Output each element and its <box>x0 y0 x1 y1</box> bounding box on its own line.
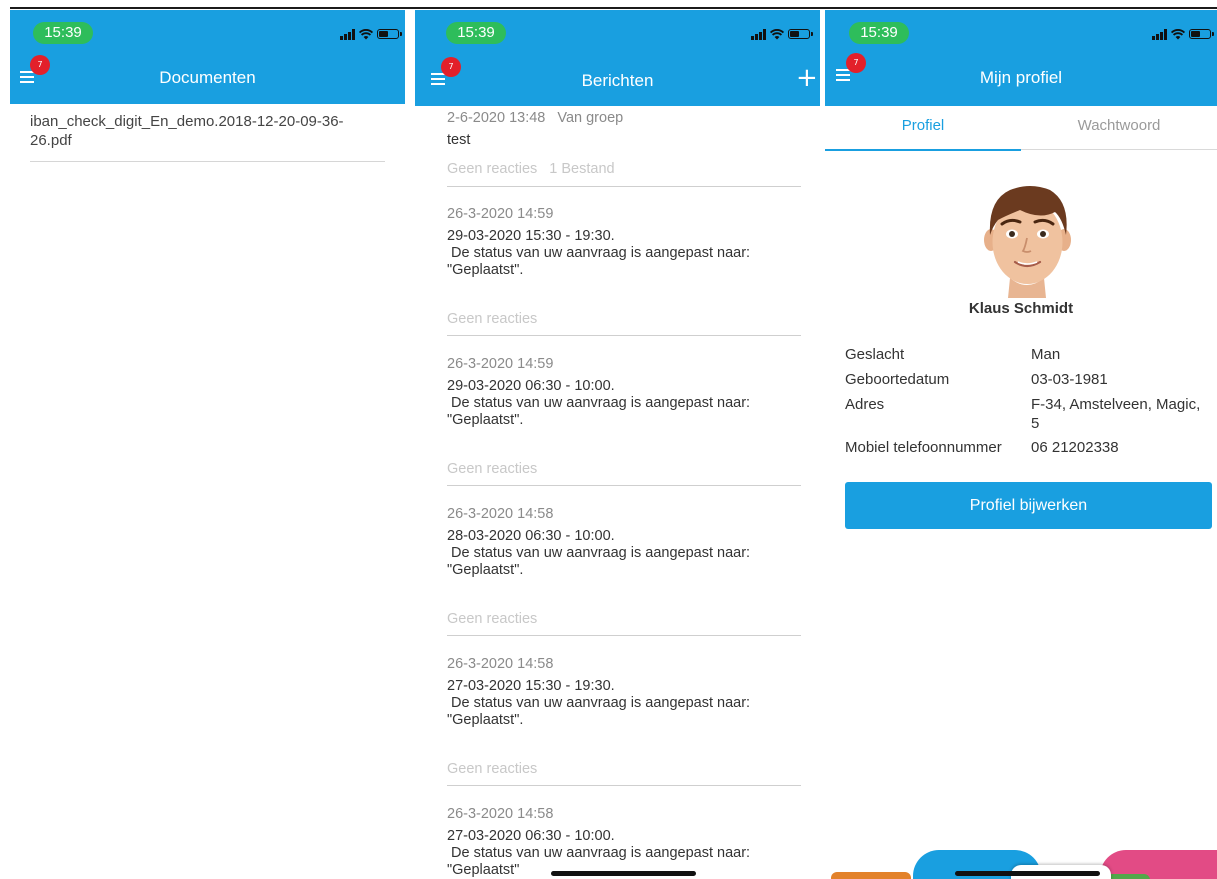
message-line: "Geplaatst". <box>447 412 524 428</box>
field-value: 06 21202338 <box>1031 439 1119 456</box>
wifi-icon <box>359 28 373 39</box>
profile-screen: 15:39 7 Mijn profiel Profiel Wachtwoord … <box>825 10 1217 879</box>
status-time: 15:39 <box>849 22 909 44</box>
avatar-icon <box>984 186 1071 298</box>
page-title: Mijn profiel <box>979 68 1063 87</box>
battery-icon <box>377 29 402 39</box>
message-reactions: Geen reacties <box>447 761 538 777</box>
message-item[interactable]: 26-3-2020 14:58 27-03-2020 15:30 - 19:30… <box>447 656 801 786</box>
signal-icon <box>340 28 355 40</box>
message-date: 26-3-2020 14:58 <box>447 806 554 822</box>
message-date: 26-3-2020 14:59 <box>447 206 554 222</box>
message-item[interactable]: 2-6-2020 13:48 Van groep test Geen reacti… <box>447 110 801 187</box>
tab-profile[interactable]: Profiel <box>825 106 1021 151</box>
header-bar: 15:39 7 Documenten <box>10 10 405 104</box>
message-files: 1 Bestand <box>549 161 615 177</box>
message-line: De status van uw aanvraag is aangepast n… <box>447 395 751 411</box>
field-label: Geslacht <box>845 346 905 363</box>
message-group: Van groep <box>557 110 624 126</box>
field-gender: Geslacht Man <box>845 345 1205 364</box>
message-line: De status van uw aanvraag is aangepast n… <box>447 845 751 861</box>
message-reactions: Geen reacties <box>447 161 538 177</box>
message-date: 2-6-2020 13:48 <box>447 110 546 126</box>
status-time: 15:39 <box>446 22 506 44</box>
field-label: Geboortedatum <box>845 371 950 388</box>
field-mobile: Mobiel telefoonnummer 06 21202338 <box>845 438 1205 457</box>
message-line: 27-03-2020 15:30 - 19:30. <box>447 678 615 694</box>
wifi-icon <box>1171 28 1185 39</box>
wifi-icon <box>770 28 784 39</box>
messages-screen: 15:39 7 Berichten + 2-6-2020 13:48 Van gr… <box>415 10 820 879</box>
message-line: test <box>447 132 471 148</box>
message-reactions: Geen reacties <box>447 311 538 327</box>
documents-screen: 15:39 7 Documenten iban_check_digit_En_d… <box>10 10 405 879</box>
home-indicator[interactable] <box>955 871 1100 876</box>
message-item[interactable]: 26-3-2020 14:59 29-03-2020 15:30 - 19:30… <box>447 206 801 336</box>
message-line: "Geplaatst". <box>447 562 524 578</box>
status-icons <box>340 27 402 41</box>
field-label: Mobiel telefoonnummer <box>845 439 1002 456</box>
message-date: 26-3-2020 14:59 <box>447 356 554 372</box>
field-label: Adres <box>845 396 885 413</box>
battery-icon <box>1189 29 1214 39</box>
message-date: 26-3-2020 14:58 <box>447 506 554 522</box>
field-value: 03-03-1981 <box>1031 371 1108 388</box>
message-line: De status van uw aanvraag is aangepast n… <box>447 545 751 561</box>
header-bar: 15:39 7 Mijn profiel <box>825 10 1217 106</box>
message-date: 26-3-2020 14:58 <box>447 656 554 672</box>
document-name: iban_check_digit_En_demo.2018-12-20-09-3… <box>30 113 344 149</box>
field-value: Man <box>1031 346 1061 363</box>
profile-name: Klaus Schmidt <box>968 300 1074 317</box>
profile-tabs: Profiel Wachtwoord <box>825 106 1217 151</box>
message-line: 29-03-2020 15:30 - 19:30. <box>447 228 615 244</box>
message-line: 27-03-2020 06:30 - 10:00. <box>447 828 615 844</box>
top-divider-line <box>10 7 1217 9</box>
field-birthdate: Geboortedatum 03-03-1981 <box>845 370 1205 389</box>
document-item[interactable]: iban_check_digit_En_demo.2018-12-20-09-3… <box>30 112 385 162</box>
signal-icon <box>751 28 766 40</box>
message-reactions: Geen reacties <box>447 461 538 477</box>
message-line: 28-03-2020 06:30 - 10:00. <box>447 528 615 544</box>
message-item[interactable]: 26-3-2020 14:59 29-03-2020 06:30 - 10:00… <box>447 356 801 486</box>
message-line: 29-03-2020 06:30 - 10:00. <box>447 378 615 394</box>
message-reactions: Geen reacties <box>447 611 538 627</box>
message-item[interactable]: 26-3-2020 14:58 27-03-2020 06:30 - 10:00… <box>447 806 801 879</box>
message-line: De status van uw aanvraag is aangepast n… <box>447 695 751 711</box>
battery-icon <box>788 29 813 39</box>
message-line: "Geplaatst". <box>447 712 524 728</box>
message-line: De status van uw aanvraag is aangepast n… <box>447 245 751 261</box>
page-title: Documenten <box>159 68 256 87</box>
field-value: F-34, Amstelveen, Magic, 5 <box>1031 396 1201 432</box>
field-address: Adres F-34, Amstelveen, Magic, 5 <box>845 395 1205 435</box>
home-indicator[interactable] <box>551 871 696 876</box>
status-icons <box>751 27 813 41</box>
status-time: 15:39 <box>33 22 93 44</box>
message-line: "Geplaatst". <box>447 262 524 278</box>
signal-icon <box>1152 28 1167 40</box>
message-item[interactable]: 26-3-2020 14:58 28-03-2020 06:30 - 10:00… <box>447 506 801 636</box>
bottom-action-orange[interactable] <box>831 872 911 879</box>
plus-icon[interactable]: + <box>796 65 818 91</box>
tab-password[interactable]: Wachtwoord <box>1021 106 1217 149</box>
update-profile-button[interactable]: Profiel bijwerken <box>845 482 1212 529</box>
status-icons <box>1152 27 1214 41</box>
header-bar: 15:39 7 Berichten + <box>415 10 820 106</box>
page-title: Berichten <box>581 71 654 90</box>
